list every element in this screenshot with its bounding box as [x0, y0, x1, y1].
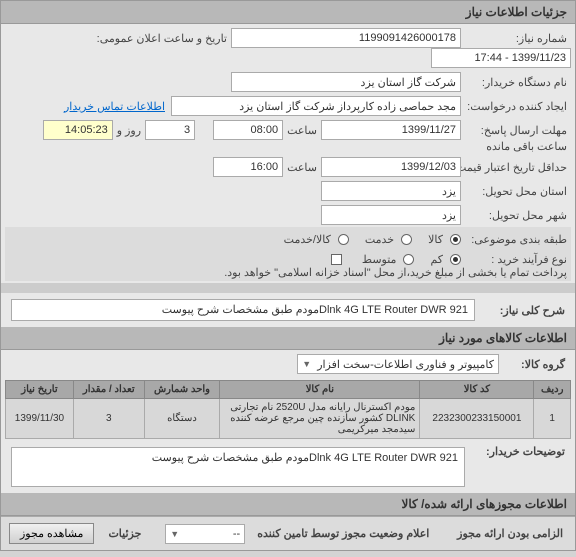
label-hour-2: ساعت	[283, 161, 321, 174]
field-validity-date: 1399/12/03	[321, 157, 461, 177]
field-validity-hour: 16:00	[213, 157, 283, 177]
label-need-title: شرح کلی نیاز:	[479, 304, 569, 317]
radio-label-mid: متوسط	[358, 253, 401, 266]
label-permit-required: الزامی بودن ارائه مجوز	[453, 527, 567, 540]
table-row[interactable]: 1 2232300233150001 مودم اکسترنال رایانه …	[6, 399, 571, 439]
link-contact-info[interactable]: اطلاعات تماس خریدار	[58, 100, 171, 113]
select-permit-status[interactable]: -- ▼	[165, 524, 245, 544]
view-permit-button[interactable]: مشاهده مجوز	[9, 523, 94, 544]
chevron-down-icon: ▼	[302, 359, 311, 369]
label-day-and: روز و	[113, 124, 145, 137]
radio-mid[interactable]	[403, 254, 414, 265]
label-hour-1: ساعت	[283, 124, 321, 137]
cell-unit: دستگاه	[144, 399, 220, 439]
label-buyer-notes: توضیحات خریدار:	[469, 445, 569, 458]
label-buyer-org: نام دستگاه خریدار:	[461, 76, 571, 89]
label-buy-process: نوع فرآیند خرید :	[461, 253, 571, 266]
field-delivery-city: یزد	[321, 205, 461, 225]
radio-label-service: خدمت	[361, 233, 398, 246]
th-unit: واحد شمارش	[144, 381, 220, 399]
label-delivery-city: شهر محل تحویل:	[461, 209, 571, 222]
cell-name: مودم اکسترنال رایانه مدل 2520U نام تجارت…	[220, 399, 420, 439]
radio-group-grouping: کالا خدمت کالا/خدمت	[280, 233, 461, 246]
label-payment-note: پرداخت تمام یا بخشی از مبلغ خرید،از محل …	[220, 266, 571, 279]
radio-goods-service[interactable]	[338, 234, 349, 245]
label-answer-deadline: مهلت ارسال پاسخ:	[461, 124, 571, 137]
radio-goods[interactable]	[450, 234, 461, 245]
select-product-group-value: کامپیوتر و فناوری اطلاعات-سخت افزار	[317, 358, 494, 371]
label-requester: ایجاد کننده درخواست:	[461, 100, 571, 113]
radio-label-goods: کالا	[424, 233, 447, 246]
label-product-group: گروه کالا:	[499, 358, 569, 371]
items-table: ردیف کد کالا نام کالا واحد شمارش تعداد /…	[5, 380, 571, 439]
field-ann-date: 1399/11/23 - 17:44	[431, 48, 571, 68]
field-answer-date: 1399/11/27	[321, 120, 461, 140]
chevron-down-icon: ▼	[170, 529, 179, 539]
checkbox-treasury[interactable]	[331, 254, 342, 265]
field-need-no: 1199091426000178	[231, 28, 461, 48]
radio-group-process: کم متوسط	[358, 253, 461, 266]
th-qty: تعداد / مقدار	[73, 381, 144, 399]
field-answer-days: 3	[145, 120, 195, 140]
label-delivery-province: استان محل تحویل:	[461, 185, 571, 198]
label-details: جزئیات	[104, 527, 145, 540]
cell-qty: 3	[73, 399, 144, 439]
select-product-group[interactable]: کامپیوتر و فناوری اطلاعات-سخت افزار ▼	[297, 354, 499, 374]
label-need-no: شماره نیاز:	[461, 32, 571, 45]
field-delivery-province: یزد	[321, 181, 461, 201]
label-grouping: طبقه بندی موضوعی:	[461, 233, 571, 246]
th-row: ردیف	[534, 381, 571, 399]
select-permit-value: --	[233, 528, 240, 540]
cell-need-date: 1399/11/30	[6, 399, 74, 439]
th-name: نام کالا	[220, 381, 420, 399]
field-answer-remain: 14:05:23	[43, 120, 113, 140]
cell-row: 1	[534, 399, 571, 439]
label-permit-status: اعلام وضعیت مجوز توسط تامین کننده	[253, 527, 433, 540]
th-need-date: تاریخ نیاز	[6, 381, 74, 399]
field-answer-hour: 08:00	[213, 120, 283, 140]
radio-service[interactable]	[401, 234, 412, 245]
field-need-title: Dlnk 4G LTE Router DWR 921مودم طبق مشخصا…	[11, 299, 475, 321]
field-requester: مجد حماصی زاده کارپرداز شرکت گاز استان ی…	[171, 96, 461, 116]
label-ann-date: تاریخ و ساعت اعلان عمومی:	[101, 32, 231, 45]
radio-low[interactable]	[450, 254, 461, 265]
th-code: کد کالا	[420, 381, 534, 399]
section-header-items: اطلاعات کالاهای مورد نیاز	[1, 327, 575, 350]
field-buyer-notes: Dlnk 4G LTE Router DWR 921مودم طبق مشخصا…	[11, 447, 465, 487]
field-buyer-org: شرکت گاز استان یزد	[231, 72, 461, 92]
section-header-permits: اطلاعات مجوزهای ارائه شده/ کالا	[1, 493, 575, 516]
section-header-need-info: جزئیات اطلاعات نیاز	[1, 1, 575, 24]
radio-label-low: کم	[426, 253, 447, 266]
label-remain: ساعت باقی مانده	[482, 140, 571, 153]
radio-label-goods-service: کالا/خدمت	[280, 233, 335, 246]
cell-code: 2232300233150001	[420, 399, 534, 439]
label-validity: حداقل تاریخ اعتبار قیمت: تا تاریخ:	[461, 161, 571, 174]
